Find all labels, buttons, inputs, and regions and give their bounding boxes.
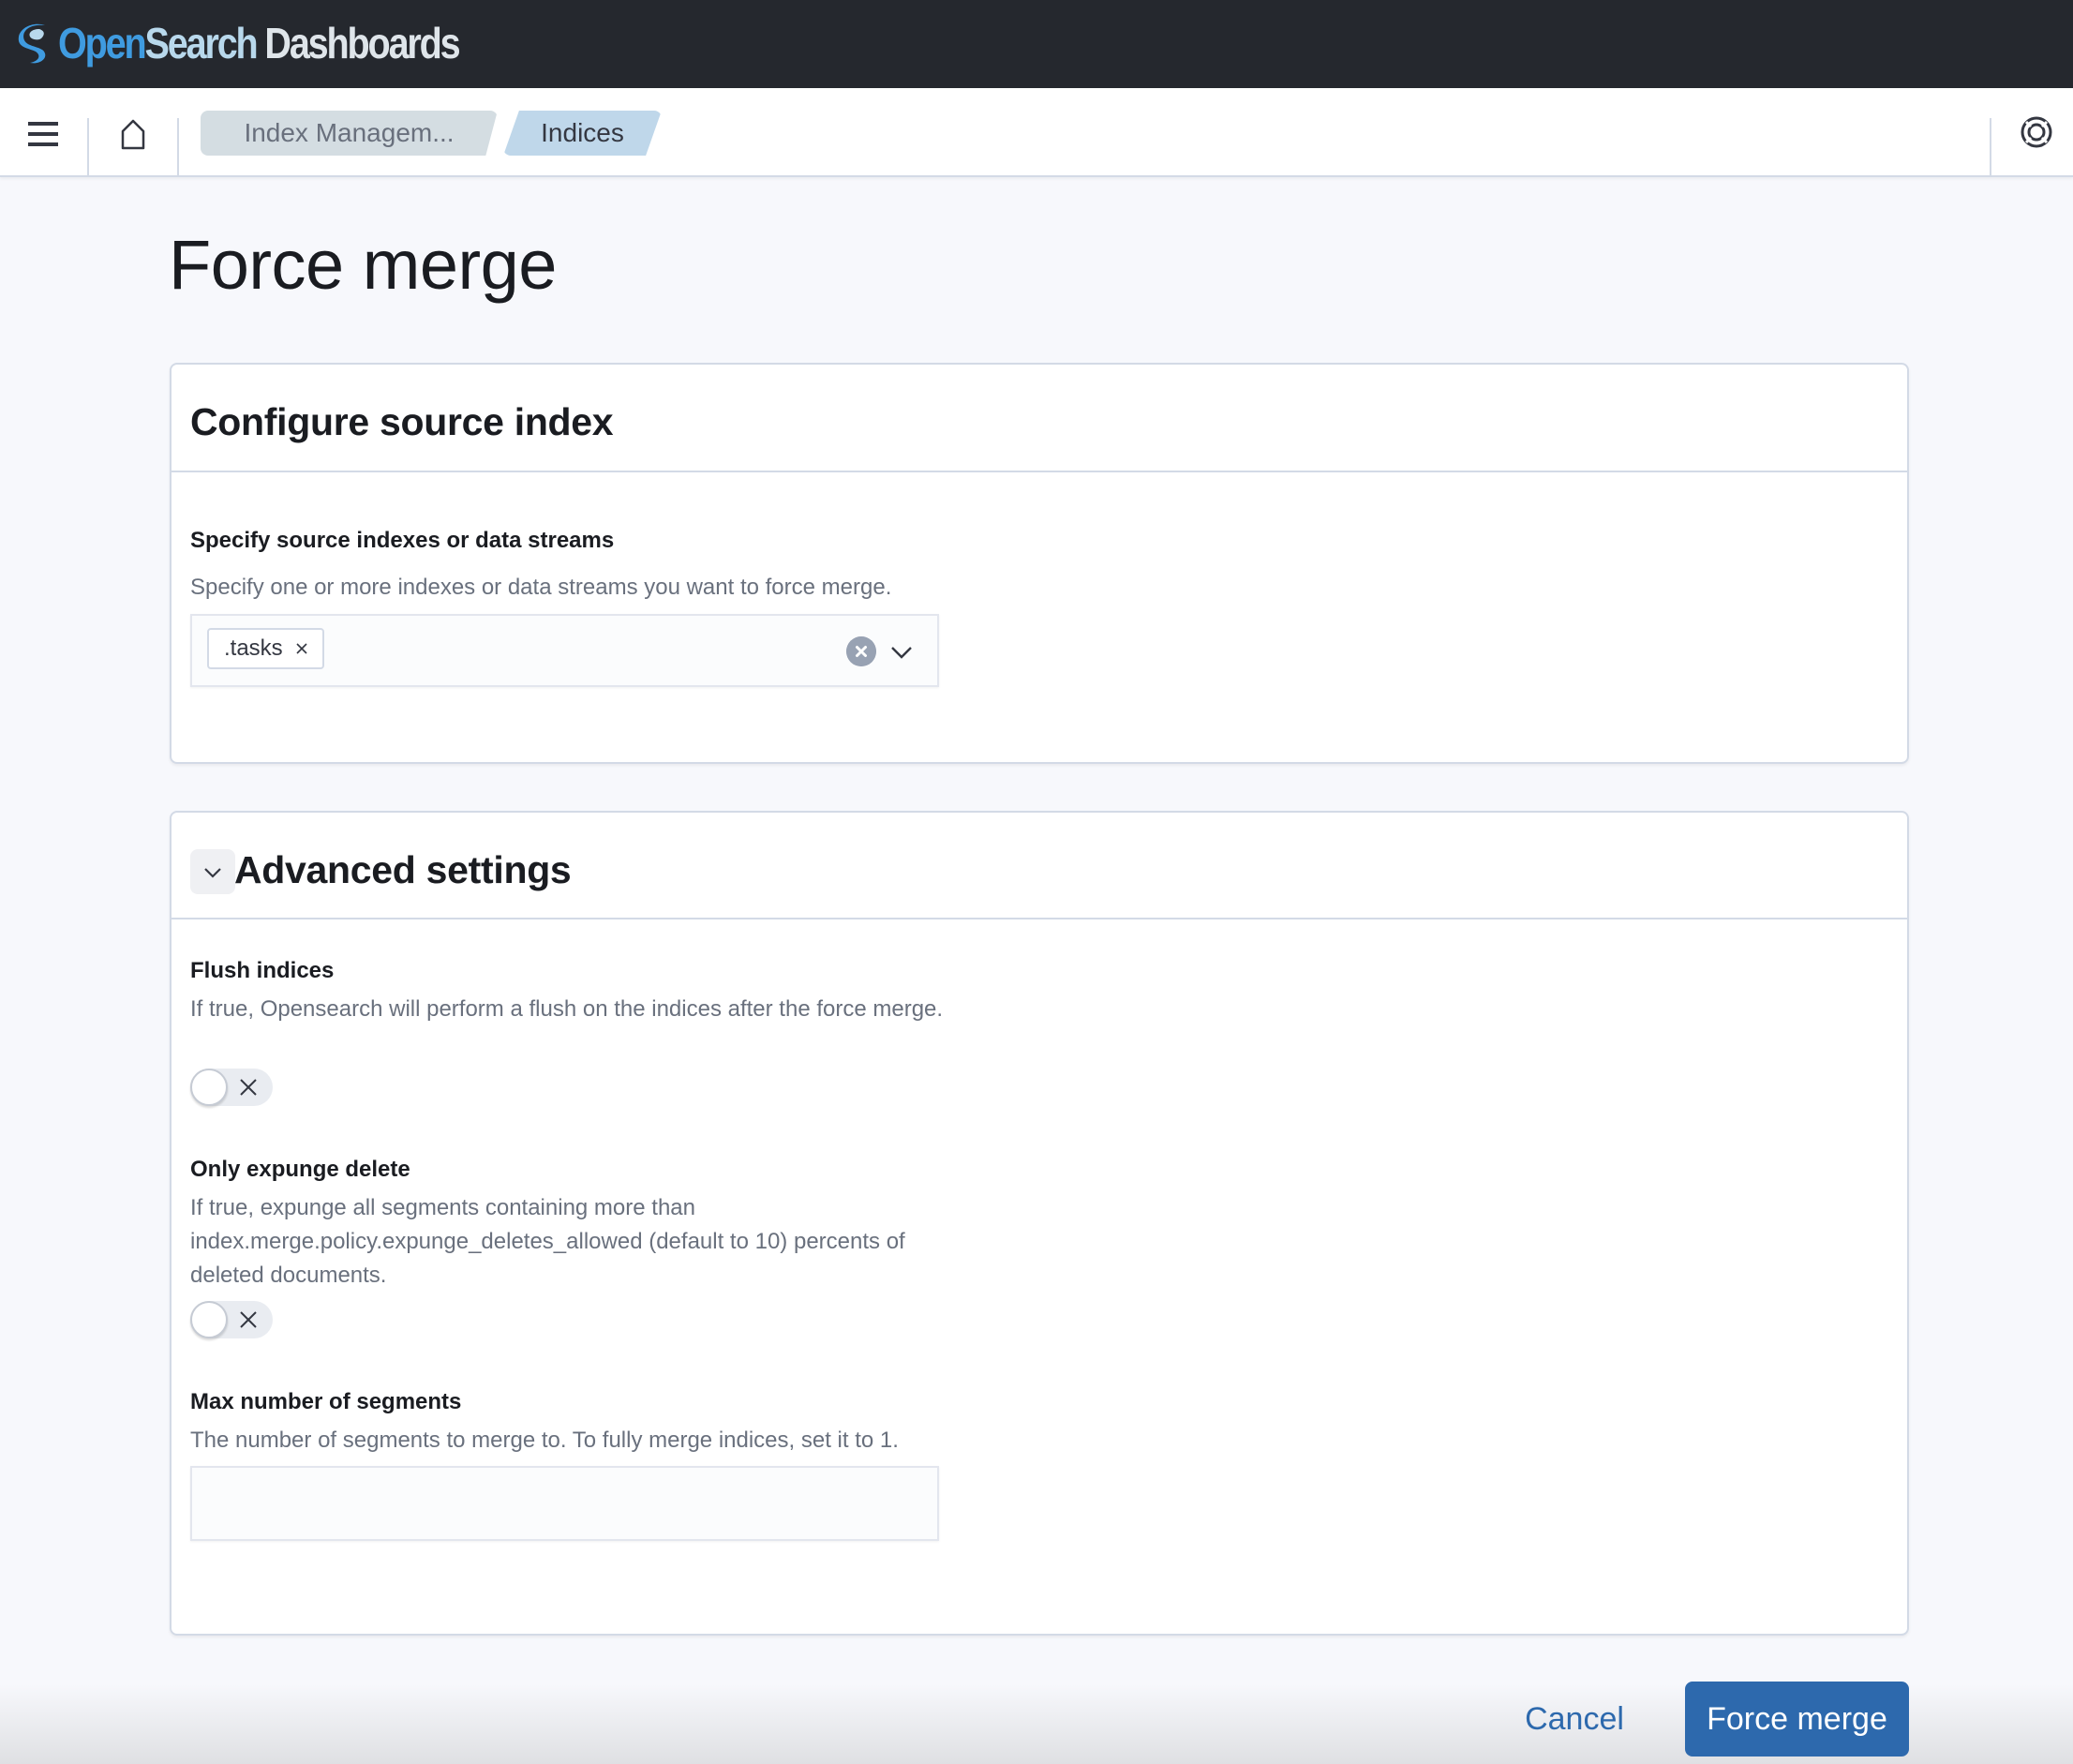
cross-icon (240, 1079, 257, 1096)
page-title: Force merge (169, 226, 557, 304)
tag-label: .tasks (224, 635, 283, 661)
breadcrumb-label: Indices (541, 118, 624, 147)
panel-header: Advanced settings (172, 813, 1907, 919)
source-index-combobox[interactable]: .tasks (190, 614, 939, 687)
tag-remove-icon[interactable] (294, 641, 309, 656)
divider (177, 118, 179, 177)
panel-header: Configure source index (172, 365, 1907, 472)
collapse-toggle-button[interactable] (190, 849, 235, 894)
configure-source-panel: Configure source index Specify source in… (170, 363, 1909, 764)
help-button[interactable] (2017, 112, 2056, 152)
selected-index-tag: .tasks (207, 628, 324, 669)
flush-toggle[interactable] (190, 1069, 273, 1106)
expunge-label: Only expunge delete (190, 1157, 410, 1182)
brand-dashboards: Dashboards (256, 19, 460, 67)
flush-help: If true, Opensearch will perform a flush… (190, 996, 944, 1022)
expunge-help: If true, expunge all segments containing… (190, 1195, 905, 1288)
flush-label: Flush indices (190, 958, 335, 983)
opensearch-logo-icon (18, 23, 46, 64)
chevron-down-icon[interactable] (889, 640, 914, 665)
top-header: OpenSearch Dashboards (0, 0, 2073, 88)
chevron-down-icon (204, 868, 221, 878)
max-segments-input[interactable] (190, 1466, 939, 1541)
opensearch-dashboards-logo[interactable]: OpenSearch Dashboards (17, 15, 524, 71)
brand-search: Search (144, 19, 259, 67)
help-lifebuoy-icon (2021, 116, 2052, 148)
source-field-help: Specify one or more indexes or data stre… (190, 575, 892, 600)
brand-name: OpenSearch Dashboards (58, 18, 461, 68)
segments-label: Max number of segments (190, 1389, 462, 1414)
home-button[interactable] (111, 112, 156, 157)
advanced-settings-panel: Advanced settings Flush indices If true,… (170, 811, 1909, 1636)
breadcrumb-indices[interactable]: Indices (503, 111, 662, 156)
toggle-knob (190, 1301, 228, 1338)
nav-bar: Index Managem... Indices (0, 88, 2073, 177)
breadcrumb-label: Index Managem... (244, 118, 455, 147)
home-icon (121, 119, 145, 150)
panel-title: Advanced settings (234, 848, 572, 891)
divider (87, 118, 89, 177)
menu-button[interactable] (21, 118, 66, 152)
source-field-label: Specify source indexes or data streams (190, 528, 615, 553)
expunge-toggle[interactable] (190, 1301, 273, 1338)
breadcrumb-index-management[interactable]: Index Managem... (201, 111, 498, 156)
panel-title: Configure source index (190, 400, 614, 443)
cancel-button[interactable]: Cancel (1509, 1693, 1640, 1745)
brand-open: Open (58, 19, 147, 67)
hamburger-line (28, 142, 58, 146)
hamburger-line (28, 132, 58, 136)
hamburger-menu-icon (28, 122, 58, 126)
force-merge-button[interactable]: Force merge (1685, 1682, 1909, 1757)
divider (1990, 118, 1991, 177)
toggle-knob (190, 1069, 228, 1106)
clear-icon[interactable] (846, 636, 876, 666)
cross-icon (240, 1311, 257, 1328)
segments-help: The number of segments to merge to. To f… (190, 1428, 899, 1453)
